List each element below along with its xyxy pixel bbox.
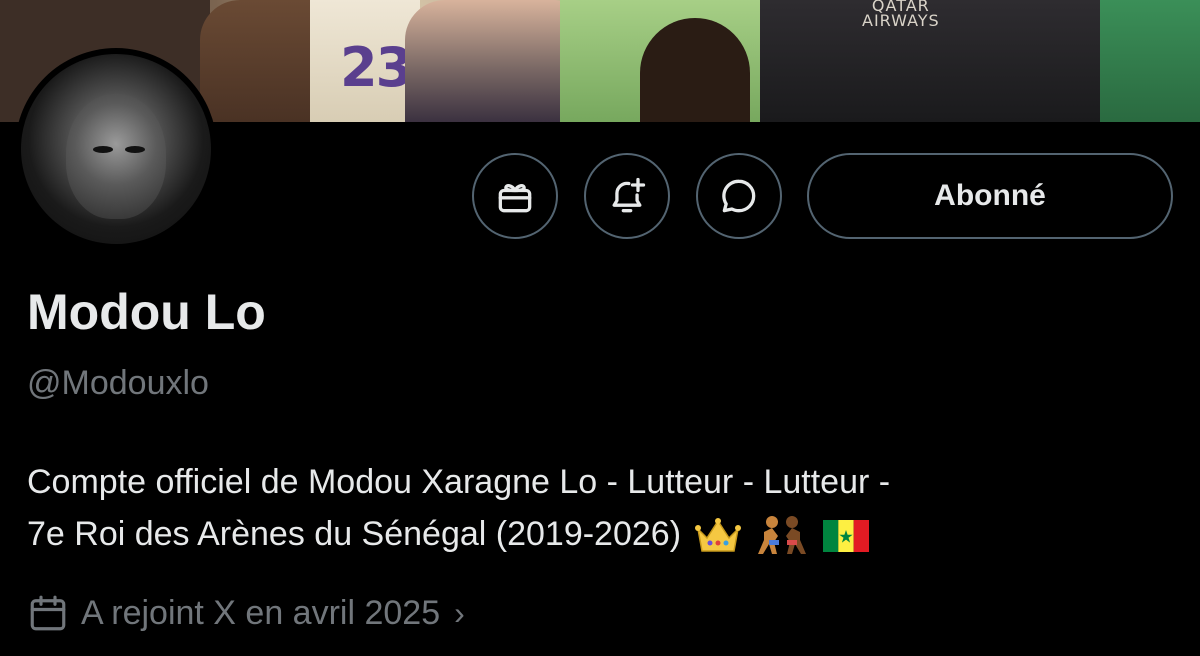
banner-person <box>640 18 750 122</box>
avatar-face <box>66 94 166 219</box>
senegal-flag-icon <box>823 520 870 553</box>
joined-date[interactable]: A rejoint X en avril 2025 › <box>27 588 465 638</box>
profile-name: Modou Lo <box>27 284 266 340</box>
message-icon <box>722 179 756 213</box>
avatar-eye <box>125 146 145 153</box>
chevron-right-icon: › <box>454 594 465 631</box>
notifications-button[interactable] <box>584 153 670 239</box>
avatar-eye <box>93 146 113 153</box>
joined-text: A rejoint X en avril 2025 <box>81 593 441 632</box>
crown-icon <box>695 518 742 552</box>
message-button[interactable] <box>696 153 782 239</box>
bell-plus-icon <box>612 177 646 213</box>
profile-bio: Compte officiel de Modou Xaragne Lo - Lu… <box>27 456 1177 560</box>
banner-jersey: 23 <box>310 0 420 122</box>
bio-line: Compte officiel de Modou Xaragne Lo - Lu… <box>27 463 891 501</box>
calendar-icon <box>30 595 66 631</box>
jersey-number: 23 <box>340 36 413 99</box>
gift-button[interactable] <box>472 153 558 239</box>
profile-handle: @Modouxlo <box>27 364 209 402</box>
banner-person <box>1100 0 1200 122</box>
gift-icon <box>498 184 532 213</box>
avatar-image <box>21 54 211 244</box>
avatar[interactable] <box>15 48 217 250</box>
sponsor-logo: QATAR AIRWAYS <box>862 0 940 30</box>
bio-line-2: 7e Roi des Arènes du Sénégal (2019-2026) <box>27 508 1177 560</box>
wrestlers-icon <box>757 516 806 555</box>
bio-line-text: 7e Roi des Arènes du Sénégal (2019-2026) <box>27 515 682 553</box>
following-button[interactable]: Abonné <box>807 153 1173 239</box>
